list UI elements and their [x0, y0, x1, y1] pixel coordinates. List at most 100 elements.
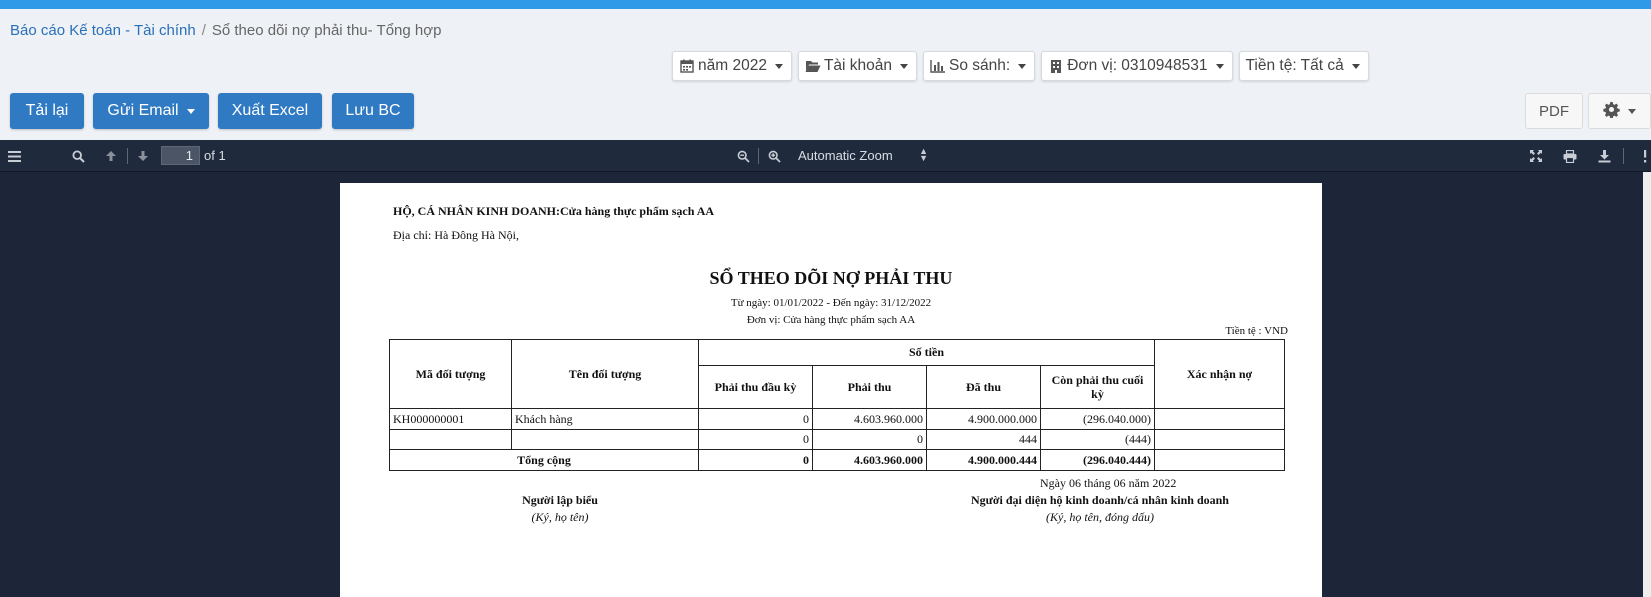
toolbar-separator	[127, 148, 128, 164]
account-filter-dropdown[interactable]: Tài khoản	[797, 51, 918, 81]
page-count-label: of 1	[204, 148, 226, 163]
chevron-down-icon	[1628, 108, 1636, 114]
representative-title: Người đại diện hộ kinh doanh/cá nhân kin…	[971, 493, 1229, 507]
header-code: Mã đối tượng	[389, 339, 512, 409]
fullscreen-icon[interactable]	[1527, 140, 1545, 172]
cell-code	[389, 429, 512, 450]
page-number-input[interactable]: 1	[161, 146, 200, 165]
total-closing: (296.040.444)	[1040, 449, 1155, 471]
save-report-button-label: Lưu BC	[345, 102, 401, 119]
search-icon[interactable]	[69, 140, 87, 172]
top-accent-bar	[0, 0, 1651, 9]
chevron-down-icon	[774, 63, 783, 69]
cell-confirm	[1154, 429, 1285, 450]
breadcrumb: Báo cáo Kế toán - Tài chính / Sổ theo dõi …	[10, 22, 441, 39]
cell-closing: (296.040.000)	[1040, 408, 1155, 430]
chevron-down-icon	[900, 63, 909, 69]
table-header-row: Mã đối tượng Tên đối tượng Số tiền Xác n…	[389, 339, 1285, 409]
chevron-down-icon	[1351, 63, 1360, 69]
bar-chart-icon	[930, 58, 946, 74]
reload-button[interactable]: Tải lại	[10, 93, 84, 129]
representative-signature-block: Người đại diện hộ kinh doanh/cá nhân kin…	[940, 493, 1260, 525]
year-filter-dropdown[interactable]: năm 2022	[672, 51, 792, 81]
preparer-subtitle: (Ký, họ tên)	[531, 510, 589, 524]
vertical-scrollbar[interactable]	[1643, 172, 1651, 597]
total-opening: 0	[698, 449, 813, 471]
updown-arrows-icon: ▲ ▼	[919, 146, 928, 163]
report-date-line: Ngày 06 tháng 06 năm 2022	[1040, 476, 1177, 490]
header-closing: Còn phải thu cuối kỳ	[1040, 365, 1155, 409]
cell-name: Khách hàng	[511, 408, 699, 430]
currency-filter-dropdown[interactable]: Tiền tệ: Tất cả	[1238, 51, 1369, 81]
report-page: HỘ, CÁ NHÂN KINH DOANH:Cửa hàng thực phẩ…	[340, 183, 1322, 597]
sidebar-toggle-icon[interactable]	[6, 140, 22, 172]
receivables-table: Mã đối tượng Tên đối tượng Số tiền Xác n…	[389, 339, 1285, 471]
calendar-icon	[679, 58, 695, 74]
reload-button-label: Tải lại	[25, 102, 69, 119]
settings-dropdown-button[interactable]	[1588, 93, 1651, 129]
breadcrumb-separator: /	[201, 22, 206, 39]
header-name: Tên đối tượng	[511, 339, 699, 409]
total-confirm	[1154, 449, 1285, 471]
pdf-toolbar: 1 of 1 Automatic Zoom ▲ ▼	[0, 140, 1651, 172]
chevron-down-icon	[1215, 63, 1224, 69]
compare-filter-dropdown[interactable]: So sánh:	[923, 51, 1036, 81]
pdf-viewer: 1 of 1 Automatic Zoom ▲ ▼ HỘ, CÁ NHÂN KIN…	[0, 140, 1651, 597]
header-confirm: Xác nhận nợ	[1154, 339, 1285, 409]
gear-icon	[1603, 101, 1620, 122]
previous-page-icon[interactable]	[102, 140, 120, 172]
report-period: Từ ngày: 01/01/2022 - Đến ngày: 31/12/20…	[730, 297, 932, 309]
send-email-button-label: Gửi Email	[107, 102, 179, 119]
table-row: KH000000001 Khách hàng 0 4.603.960.000 4…	[389, 408, 1285, 430]
breadcrumb-parent-link[interactable]: Báo cáo Kế toán - Tài chính	[10, 22, 196, 39]
print-icon[interactable]	[1561, 140, 1579, 172]
cell-opening: 0	[698, 429, 813, 450]
pdf-button[interactable]: PDF	[1525, 93, 1583, 129]
compare-filter-label: So sánh:	[949, 57, 1011, 74]
more-options-icon[interactable]	[1640, 140, 1650, 172]
send-email-dropdown-button[interactable]: Gửi Email	[93, 93, 209, 129]
representative-subtitle: (Ký, họ tên, đóng dấu)	[1046, 510, 1154, 524]
report-title: SỔ THEO DÕI NỢ PHẢI THU	[709, 268, 953, 288]
cell-opening: 0	[698, 408, 813, 430]
report-currency: Tiền tệ : VND	[1225, 325, 1288, 337]
header-receivable: Phải thu	[812, 365, 927, 409]
business-address: Địa chỉ: Hà Đông Hà Nội,	[393, 228, 519, 242]
header-opening: Phải thu đầu kỳ	[698, 365, 813, 409]
filter-bar: năm 2022 Tài khoản So sánh: Đơn vị: 0310…	[672, 51, 1369, 81]
save-report-button[interactable]: Lưu BC	[332, 93, 414, 129]
year-filter-label: năm 2022	[698, 57, 767, 74]
unit-filter-label: Đơn vị: 0310948531	[1067, 57, 1208, 74]
unit-filter-dropdown[interactable]: Đơn vị: 0310948531	[1041, 51, 1233, 81]
total-label: Tổng cộng	[389, 449, 699, 471]
header-collected: Đã thu	[926, 365, 1041, 409]
cell-code: KH000000001	[389, 408, 512, 430]
zoom-out-icon[interactable]	[734, 140, 752, 172]
next-page-icon[interactable]	[134, 140, 152, 172]
preparer-title: Người lập biểu	[522, 493, 598, 507]
export-excel-button[interactable]: Xuất Excel	[218, 93, 322, 129]
chevron-down-icon	[186, 108, 195, 114]
zoom-select-value: Automatic Zoom	[798, 148, 893, 163]
cell-confirm	[1154, 408, 1285, 430]
download-icon[interactable]	[1595, 140, 1613, 172]
folder-open-icon	[805, 58, 821, 74]
cell-name	[511, 429, 699, 450]
chevron-down-icon	[1018, 63, 1027, 69]
breadcrumb-current: Sổ theo dõi nợ phải thu- Tổng hợp	[211, 22, 442, 39]
business-name: HỘ, CÁ NHÂN KINH DOANH:Cửa hàng thực phẩ…	[393, 204, 715, 218]
toolbar-separator	[758, 148, 759, 164]
zoom-select[interactable]: Automatic Zoom ▲ ▼	[792, 146, 932, 166]
cell-collected: 4.900.000.000	[926, 408, 1041, 430]
cell-receivable: 4.603.960.000	[812, 408, 927, 430]
table-row: 0 0 444 (444)	[389, 429, 1285, 450]
cell-closing: (444)	[1040, 429, 1155, 450]
preparer-signature-block: Người lập biểu (Ký, họ tên)	[480, 493, 640, 525]
header-amount: Số tiền	[698, 339, 1155, 366]
total-receivable: 4.603.960.000	[812, 449, 927, 471]
pdf-button-label: PDF	[1539, 102, 1569, 120]
export-excel-button-label: Xuất Excel	[231, 102, 309, 119]
report-unit: Đơn vị: Cửa hàng thực phẩm sạch AA	[746, 314, 916, 326]
zoom-in-icon[interactable]	[765, 140, 783, 172]
cell-receivable: 0	[812, 429, 927, 450]
